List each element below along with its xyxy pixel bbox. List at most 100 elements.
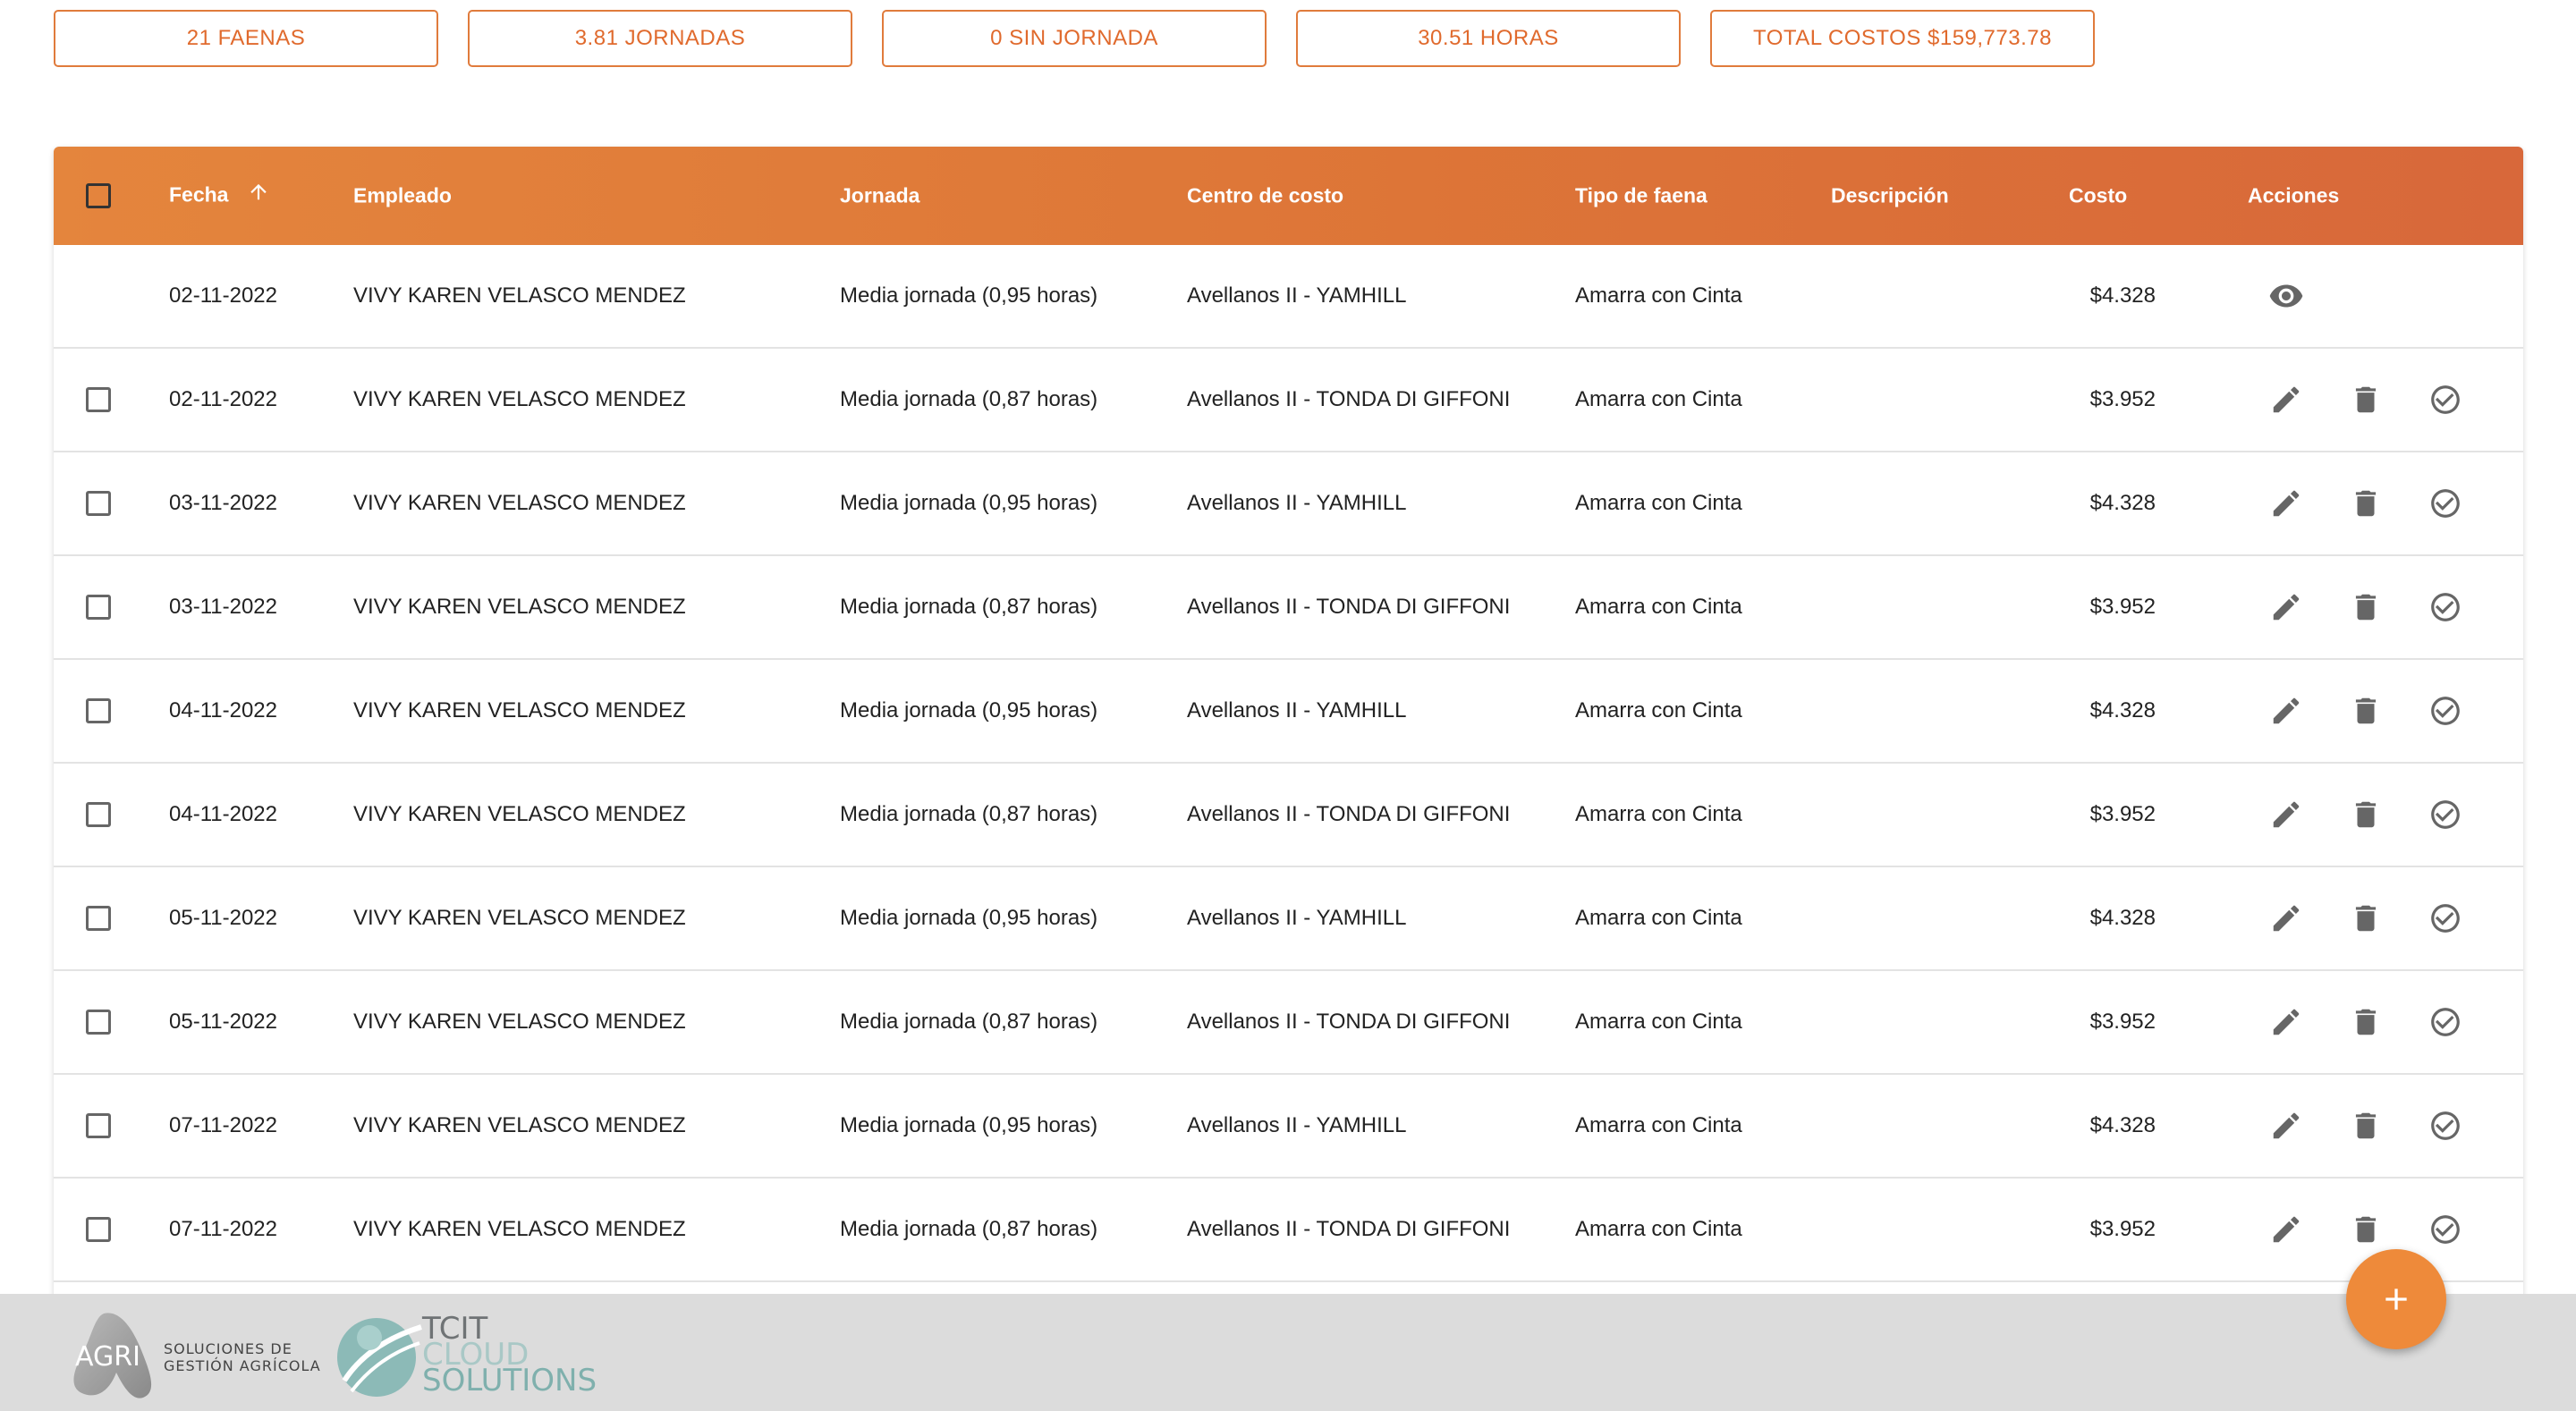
pencil-icon[interactable] <box>2267 795 2306 834</box>
cell-fecha: 05-11-2022 <box>169 906 277 930</box>
cell-tipo-faena: Amarra con Cinta <box>1575 1217 1742 1241</box>
row-checkbox[interactable] <box>86 387 111 412</box>
agri-tagline: SOLUCIONES DE GESTIÓN AGRÍCOLA <box>164 1340 321 1374</box>
cell-empleado: VIVY KAREN VELASCO MENDEZ <box>353 1010 686 1034</box>
header-tipo-faena[interactable]: Tipo de faena <box>1575 184 1707 208</box>
row-checkbox[interactable] <box>86 906 111 931</box>
row-checkbox[interactable] <box>86 1113 111 1138</box>
cell-tipo-faena: Amarra con Cinta <box>1575 906 1742 930</box>
table-row[interactable]: 07-11-2022 VIVY KAREN VELASCO MENDEZ Media… <box>54 1075 2523 1179</box>
header-costo[interactable]: Costo <box>2069 184 2127 208</box>
check-circle-icon[interactable] <box>2426 1002 2465 1042</box>
table-row[interactable]: 03-11-2022 VIVY KAREN VELASCO MENDEZ Media… <box>54 556 2523 660</box>
pencil-icon[interactable] <box>2267 484 2306 523</box>
row-checkbox-cell[interactable] <box>86 802 111 827</box>
cell-empleado: VIVY KAREN VELASCO MENDEZ <box>353 387 686 411</box>
summary-sin-jornada-chip[interactable]: 0 SIN JORNADA <box>882 10 1267 67</box>
cell-jornada: Media jornada (0,95 horas) <box>840 906 1098 930</box>
cell-costo: $3.952 <box>2089 387 2156 411</box>
row-checkbox-cell[interactable] <box>86 698 111 723</box>
row-checkbox[interactable] <box>86 1217 111 1242</box>
header-jornada[interactable]: Jornada <box>840 184 919 208</box>
trash-icon[interactable] <box>2346 691 2385 731</box>
pencil-icon[interactable] <box>2267 587 2306 627</box>
check-circle-icon[interactable] <box>2426 899 2465 938</box>
pencil-icon[interactable] <box>2267 1210 2306 1249</box>
trash-icon[interactable] <box>2346 380 2385 419</box>
eye-icon[interactable] <box>2267 276 2306 316</box>
row-checkbox-cell[interactable] <box>86 906 111 931</box>
check-circle-icon[interactable] <box>2426 587 2465 627</box>
select-all-checkbox-cell[interactable] <box>86 183 111 208</box>
row-checkbox[interactable] <box>86 1010 111 1035</box>
summary-total-costos-chip[interactable]: TOTAL COSTOS $159,773.78 <box>1710 10 2095 67</box>
row-checkbox-cell[interactable] <box>86 595 111 620</box>
plus-icon <box>2385 1288 2407 1310</box>
cell-tipo-faena: Amarra con Cinta <box>1575 491 1742 515</box>
table-row[interactable]: 03-11-2022 VIVY KAREN VELASCO MENDEZ Media… <box>54 452 2523 556</box>
agri-tagline-line2: GESTIÓN AGRÍCOLA <box>164 1357 321 1374</box>
add-faena-button[interactable] <box>2346 1249 2446 1349</box>
check-circle-icon[interactable] <box>2426 1106 2465 1145</box>
table-row[interactable]: 04-11-2022 VIVY KAREN VELASCO MENDEZ Media… <box>54 660 2523 764</box>
cell-jornada: Media jornada (0,87 horas) <box>840 595 1098 619</box>
header-empleado[interactable]: Empleado <box>353 184 452 208</box>
cell-centro-costo: Avellanos II - TONDA DI GIFFONI <box>1187 802 1511 826</box>
trash-icon[interactable] <box>2346 484 2385 523</box>
cell-tipo-faena: Amarra con Cinta <box>1575 595 1742 619</box>
check-circle-icon[interactable] <box>2426 795 2465 834</box>
row-checkbox-cell[interactable] <box>86 1217 111 1242</box>
cell-jornada: Media jornada (0,87 horas) <box>840 1010 1098 1034</box>
row-checkbox[interactable] <box>86 491 111 516</box>
trash-icon[interactable] <box>2346 899 2385 938</box>
table-row[interactable]: 05-11-2022 VIVY KAREN VELASCO MENDEZ Media… <box>54 971 2523 1075</box>
cell-centro-costo: Avellanos II - YAMHILL <box>1187 906 1407 930</box>
pencil-icon[interactable] <box>2267 1002 2306 1042</box>
cell-fecha: 07-11-2022 <box>169 1113 277 1137</box>
row-checkbox[interactable] <box>86 698 111 723</box>
table-header: Fecha Empleado Jornada Centro de costo T… <box>54 147 2523 245</box>
row-checkbox-cell[interactable] <box>86 491 111 516</box>
trash-icon[interactable] <box>2346 1002 2385 1042</box>
header-descripcion[interactable]: Descripción <box>1831 184 1949 208</box>
header-centro-costo[interactable]: Centro de costo <box>1187 184 1343 208</box>
header-fecha[interactable]: Fecha <box>169 183 270 209</box>
pencil-icon[interactable] <box>2267 380 2306 419</box>
summary-faenas-chip[interactable]: 21 FAENAS <box>54 10 438 67</box>
cell-fecha: 02-11-2022 <box>169 283 277 308</box>
table-row[interactable]: 02-11-2022 VIVY KAREN VELASCO MENDEZ Media… <box>54 349 2523 452</box>
cell-costo: $4.328 <box>2089 1113 2156 1137</box>
summary-horas-chip[interactable]: 30.51 HORAS <box>1296 10 1681 67</box>
trash-icon[interactable] <box>2346 1210 2385 1249</box>
cell-centro-costo: Avellanos II - YAMHILL <box>1187 1113 1407 1137</box>
row-checkbox-cell[interactable] <box>86 1113 111 1138</box>
check-circle-icon[interactable] <box>2426 380 2465 419</box>
table-row[interactable]: 07-11-2022 VIVY KAREN VELASCO MENDEZ Media… <box>54 1179 2523 1282</box>
faenas-table: Fecha Empleado Jornada Centro de costo T… <box>54 147 2523 1384</box>
row-checkbox[interactable] <box>86 595 111 620</box>
cell-costo: $4.328 <box>2089 491 2156 515</box>
pencil-icon[interactable] <box>2267 691 2306 731</box>
cell-empleado: VIVY KAREN VELASCO MENDEZ <box>353 906 686 930</box>
cell-jornada: Media jornada (0,87 horas) <box>840 387 1098 411</box>
table-row[interactable]: 05-11-2022 VIVY KAREN VELASCO MENDEZ Media… <box>54 867 2523 971</box>
trash-icon[interactable] <box>2346 587 2385 627</box>
row-checkbox[interactable] <box>86 802 111 827</box>
cell-costo: $4.328 <box>2089 283 2156 308</box>
check-circle-icon[interactable] <box>2426 1210 2465 1249</box>
trash-icon[interactable] <box>2346 1106 2385 1145</box>
table-row[interactable]: 02-11-2022 VIVY KAREN VELASCO MENDEZ Media… <box>54 245 2523 349</box>
summary-bar: 21 FAENAS 3.81 JORNADAS 0 SIN JORNADA 30… <box>54 10 2095 67</box>
pencil-icon[interactable] <box>2267 1106 2306 1145</box>
trash-icon[interactable] <box>2346 795 2385 834</box>
table-row[interactable]: 04-11-2022 VIVY KAREN VELASCO MENDEZ Media… <box>54 764 2523 867</box>
summary-jornadas-chip[interactable]: 3.81 JORNADAS <box>468 10 852 67</box>
select-all-checkbox[interactable] <box>86 183 111 208</box>
cell-tipo-faena: Amarra con Cinta <box>1575 1113 1742 1137</box>
check-circle-icon[interactable] <box>2426 691 2465 731</box>
row-checkbox-cell[interactable] <box>86 387 111 412</box>
check-circle-icon[interactable] <box>2426 484 2465 523</box>
row-checkbox-cell[interactable] <box>86 1010 111 1035</box>
arrow-up-icon[interactable] <box>247 180 270 208</box>
pencil-icon[interactable] <box>2267 899 2306 938</box>
